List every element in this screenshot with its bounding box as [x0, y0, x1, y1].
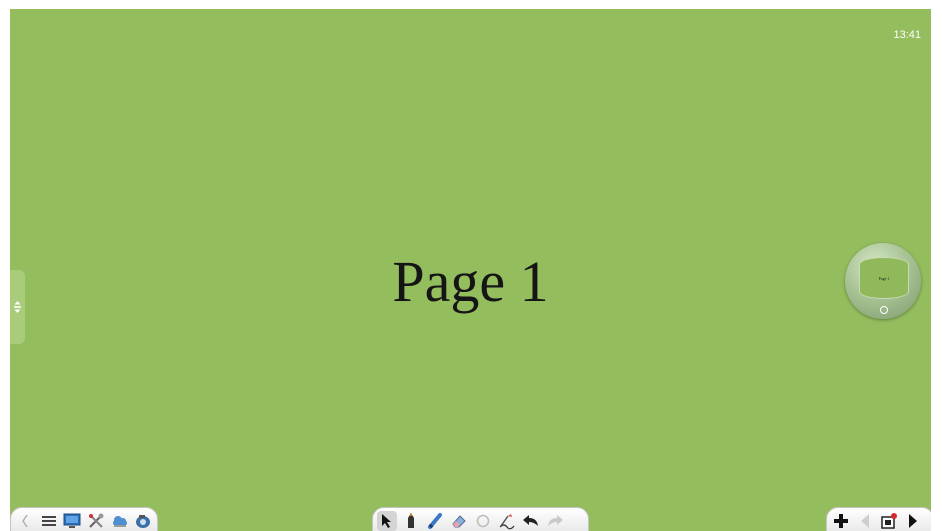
add-page-button[interactable] — [831, 511, 851, 531]
handwriting-tool-button[interactable] — [497, 511, 517, 531]
display-icon — [63, 513, 81, 528]
tools-button[interactable] — [86, 511, 106, 531]
redo-icon — [548, 515, 563, 526]
menu-button[interactable] — [39, 511, 59, 531]
page-preview-label: Page 1 — [878, 275, 890, 281]
menu-icon — [41, 516, 56, 526]
camera-icon — [136, 515, 151, 528]
undo-icon — [523, 515, 538, 526]
previous-page-icon — [861, 514, 869, 528]
undo-button[interactable] — [521, 511, 541, 531]
handwriting-icon — [499, 514, 515, 530]
eraser-tool-button[interactable] — [449, 511, 469, 531]
pen-tool-button[interactable] — [401, 511, 421, 531]
drag-handle-icon — [14, 301, 21, 313]
redo-button[interactable] — [545, 511, 565, 531]
page-preview-indicator — [880, 306, 888, 314]
page-list-button[interactable] — [879, 511, 899, 531]
select-pointer-icon — [382, 514, 391, 528]
page-preview-widget[interactable]: Page 1 — [845, 243, 921, 319]
collapse-toolbar-button[interactable] — [15, 511, 35, 531]
pen-icon — [408, 513, 414, 528]
cloud-icon — [112, 516, 127, 527]
camera-button[interactable] — [133, 511, 153, 531]
next-page-button[interactable] — [903, 511, 923, 531]
eraser-icon — [452, 515, 466, 528]
cloud-button[interactable] — [110, 511, 130, 531]
previous-page-button[interactable] — [855, 511, 875, 531]
shape-icon — [476, 514, 490, 528]
display-button[interactable] — [62, 511, 82, 531]
shape-tool-button[interactable] — [473, 511, 493, 531]
next-page-icon — [909, 514, 917, 528]
page-preview-thumbnail[interactable]: Page 1 — [859, 257, 909, 299]
side-panel-tab[interactable] — [10, 270, 25, 344]
clock: 13:41 — [893, 29, 921, 41]
tools-icon — [88, 513, 104, 528]
drawing-toolbar — [372, 507, 589, 531]
add-page-icon — [834, 514, 848, 528]
highlighter-icon — [428, 513, 442, 529]
left-toolbar — [10, 507, 158, 531]
page-list-icon — [881, 513, 897, 529]
page-toolbar — [826, 507, 931, 531]
highlighter-tool-button[interactable] — [425, 511, 445, 531]
select-tool-button[interactable] — [377, 511, 397, 531]
collapse-arrow-icon — [21, 514, 28, 528]
whiteboard-canvas[interactable]: 13:41 Page 1 Page 1 — [10, 9, 931, 531]
page-title: Page 1 — [392, 249, 549, 314]
